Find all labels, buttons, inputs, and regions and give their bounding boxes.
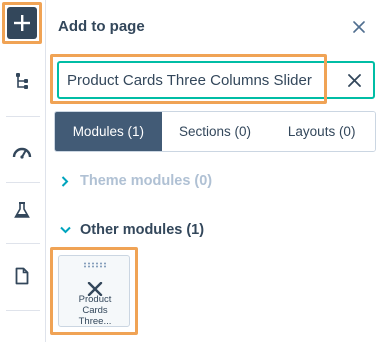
tab-layouts[interactable]: Layouts (0)	[268, 112, 375, 151]
module-label: Product Cards Three...	[78, 294, 112, 327]
rail-divider	[6, 310, 40, 311]
rail-divider	[6, 182, 40, 183]
tab-sections[interactable]: Sections (0)	[161, 112, 269, 151]
tree-icon[interactable]	[10, 69, 34, 93]
rail-divider	[6, 243, 40, 244]
tab-bar: Modules (1) Sections (0) Layouts (0)	[54, 111, 376, 152]
close-icon	[353, 21, 365, 33]
drag-handle-icon	[84, 262, 106, 268]
section-label: Theme modules (0)	[80, 173, 213, 189]
add-button[interactable]	[7, 7, 37, 39]
clear-search-button[interactable]	[343, 69, 365, 91]
tab-modules[interactable]: Modules (1)	[55, 112, 162, 151]
rail-divider	[6, 116, 40, 117]
document-icon[interactable]	[10, 264, 34, 288]
panel-title: Add to page	[58, 18, 145, 35]
flask-icon[interactable]	[10, 198, 34, 222]
close-button[interactable]	[349, 17, 369, 37]
section-label: Other modules (1)	[80, 222, 205, 238]
chevron-down-icon	[58, 223, 72, 237]
add-button-highlight	[2, 2, 42, 44]
theme-modules-toggle[interactable]: Theme modules (0)	[58, 173, 212, 189]
chevron-right-icon	[58, 174, 72, 188]
add-to-page-panel: Add to page Modules (1) Sections (0) Lay…	[46, 0, 387, 342]
gauge-icon[interactable]	[10, 140, 34, 164]
plus-icon	[14, 15, 30, 31]
search-input[interactable]	[67, 63, 329, 97]
left-rail	[0, 0, 46, 342]
search-field	[57, 61, 375, 99]
close-icon	[347, 73, 361, 87]
other-modules-toggle[interactable]: Other modules (1)	[58, 222, 204, 238]
module-card[interactable]: Product Cards Three...	[58, 255, 130, 327]
